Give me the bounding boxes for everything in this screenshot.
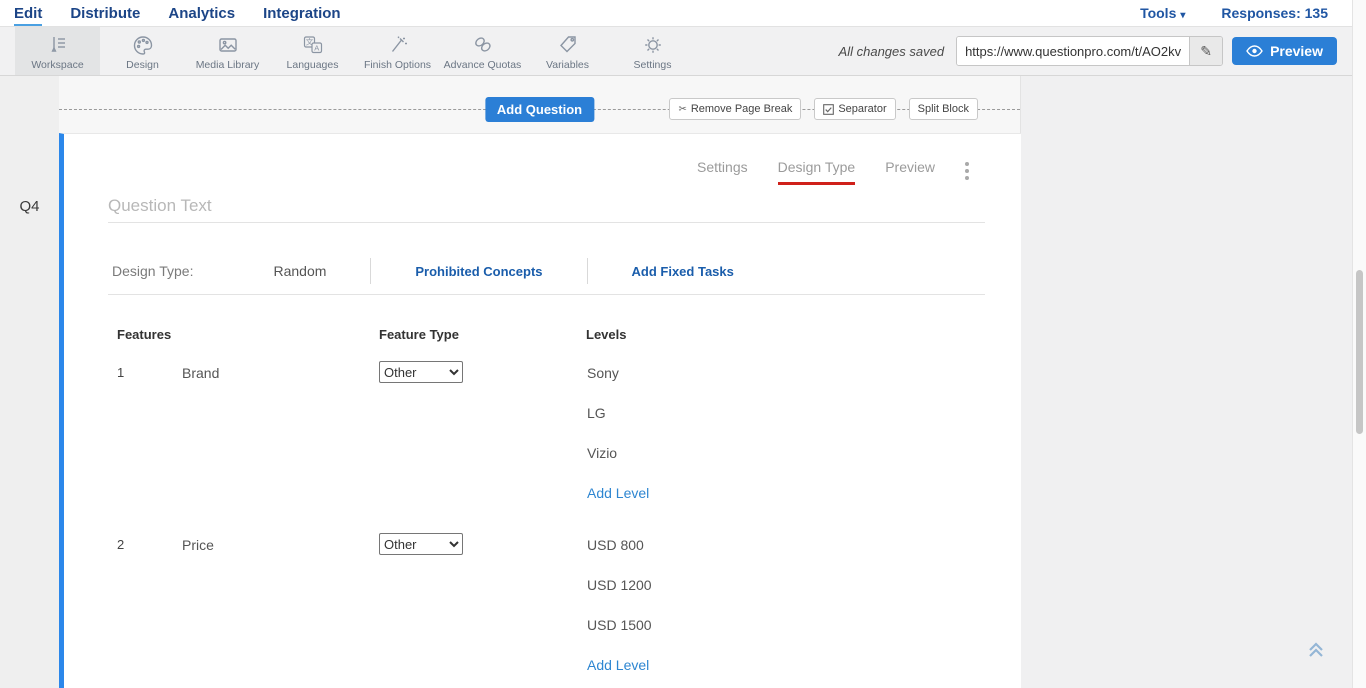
level-item[interactable]: Sony	[587, 361, 649, 385]
toolbar-label: Workspace	[31, 59, 83, 71]
gear-icon	[640, 32, 666, 58]
wand-icon	[385, 32, 411, 58]
chain-links-icon	[470, 32, 496, 58]
toolbar-item-variables[interactable]: Variables	[525, 27, 610, 75]
question-number-rail	[0, 76, 59, 688]
workspace-icon	[45, 32, 71, 58]
feature-row-price: 2 Price Other USD 800 USD 1200 USD 1500 …	[64, 533, 652, 677]
toolbar-item-languages[interactable]: 文 A Languages	[270, 27, 355, 75]
nav-tab-distribute[interactable]: Distribute	[70, 0, 140, 26]
toolbar-item-workspace[interactable]: Workspace	[15, 27, 100, 75]
levels-list: Sony LG Vizio Add Level	[587, 361, 649, 505]
scissors-icon: ✂	[678, 104, 686, 115]
nav-tab-edit[interactable]: Edit	[14, 0, 42, 26]
toolbar-item-media-library[interactable]: Media Library	[185, 27, 270, 75]
question-card-tabs: Settings Design Type Preview	[697, 159, 973, 185]
page-scrollbar[interactable]	[1352, 0, 1366, 688]
page-break-row: Add Question ✂ Remove Page Break Separat…	[59, 97, 1020, 123]
toolbar-item-design[interactable]: Design	[100, 27, 185, 75]
level-item[interactable]: Vizio	[587, 441, 649, 465]
checkbox-checked-icon	[823, 104, 834, 115]
canvas-gutter	[1021, 76, 1352, 688]
toolbar-item-advance-quotas[interactable]: Advance Quotas	[440, 27, 525, 75]
feature-type-select[interactable]: Other	[379, 533, 463, 555]
tab-settings[interactable]: Settings	[697, 159, 748, 185]
design-type-value[interactable]: Random	[273, 263, 326, 279]
features-table-header: Features Feature Type Levels	[64, 327, 1021, 342]
tools-label: Tools	[1140, 5, 1176, 21]
separator-button[interactable]: Separator	[814, 98, 895, 120]
toolbar-label: Design	[126, 59, 159, 71]
toolbar-label: Languages	[287, 59, 339, 71]
remove-page-break-button[interactable]: ✂ Remove Page Break	[669, 98, 801, 120]
levels-column-header: Levels	[586, 327, 626, 342]
toolbar-label: Media Library	[196, 59, 260, 71]
scrollbar-thumb[interactable]	[1356, 270, 1363, 434]
feature-number: 1	[117, 361, 182, 505]
question-card: Settings Design Type Preview Design Type…	[59, 133, 1021, 688]
chevron-down-icon: ▾	[1180, 10, 1185, 21]
feature-row-brand: 1 Brand Other Sony LG Vizio Add Level	[64, 361, 649, 505]
levels-list: USD 800 USD 1200 USD 1500 Add Level	[587, 533, 652, 677]
survey-url-input[interactable]	[957, 37, 1189, 65]
feature-number: 2	[117, 533, 182, 677]
feature-name[interactable]: Price	[182, 533, 379, 677]
tools-dropdown[interactable]: Tools ▾	[1140, 5, 1185, 21]
top-nav-tabs: Edit Distribute Analytics Integration	[0, 0, 341, 26]
split-block-label: Split Block	[918, 103, 969, 115]
divider	[370, 258, 371, 284]
survey-url-group: ✎	[956, 36, 1223, 66]
features-column-header: Features	[117, 327, 379, 342]
divider	[587, 258, 588, 284]
survey-workspace: Add Question ✂ Remove Page Break Separat…	[59, 76, 1021, 688]
level-item[interactable]: USD 800	[587, 533, 652, 557]
scroll-to-top-button[interactable]	[1304, 637, 1328, 666]
add-question-button[interactable]: Add Question	[485, 97, 594, 122]
tab-design-type[interactable]: Design Type	[778, 159, 856, 185]
feature-type-column-header: Feature Type	[379, 327, 586, 342]
toolbar: Workspace Design Media Library 文 A Langu	[0, 27, 1352, 76]
translate-icon: 文 A	[300, 32, 326, 58]
svg-text:A: A	[314, 43, 319, 52]
feature-name[interactable]: Brand	[182, 361, 379, 505]
eye-icon	[1246, 45, 1263, 57]
add-level-link[interactable]: Add Level	[587, 481, 649, 505]
design-type-label: Design Type:	[112, 263, 193, 279]
toolbar-label: Finish Options	[364, 59, 431, 71]
add-level-link[interactable]: Add Level	[587, 653, 652, 677]
save-status-text: All changes saved	[839, 44, 945, 59]
toolbar-label: Settings	[634, 59, 672, 71]
level-item[interactable]: LG	[587, 401, 649, 425]
question-menu-kebab-icon[interactable]	[961, 159, 973, 183]
toolbar-item-settings[interactable]: Settings	[610, 27, 695, 75]
toolbar-label: Advance Quotas	[444, 59, 522, 71]
nav-tab-integration[interactable]: Integration	[263, 0, 341, 26]
prohibited-concepts-link[interactable]: Prohibited Concepts	[415, 264, 542, 279]
tab-preview[interactable]: Preview	[885, 159, 935, 185]
level-item[interactable]: USD 1500	[587, 613, 652, 637]
main-area: Q4 Add Question ✂ Remove Page Break Sepa…	[0, 76, 1366, 688]
preview-button[interactable]: Preview	[1232, 37, 1337, 65]
toolbar-label: Variables	[546, 59, 589, 71]
double-chevron-up-icon	[1304, 637, 1328, 661]
preview-label: Preview	[1270, 43, 1323, 59]
split-block-button[interactable]: Split Block	[909, 98, 978, 120]
edit-url-button[interactable]: ✎	[1189, 37, 1222, 65]
pencil-icon: ✎	[1200, 43, 1212, 60]
top-nav: Edit Distribute Analytics Integration To…	[0, 0, 1352, 27]
tag-icon	[555, 32, 581, 58]
design-type-row: Design Type: Random Prohibited Concepts …	[108, 248, 985, 295]
toolbar-item-finish-options[interactable]: Finish Options	[355, 27, 440, 75]
palette-icon	[130, 32, 156, 58]
level-item[interactable]: USD 1200	[587, 573, 652, 597]
remove-page-break-label: Remove Page Break	[691, 103, 793, 115]
add-fixed-tasks-link[interactable]: Add Fixed Tasks	[632, 264, 734, 279]
feature-type-select[interactable]: Other	[379, 361, 463, 383]
question-number: Q4	[0, 198, 59, 215]
nav-tab-analytics[interactable]: Analytics	[168, 0, 235, 26]
responses-count[interactable]: Responses: 135	[1221, 5, 1328, 21]
separator-label: Separator	[838, 103, 886, 115]
image-icon	[215, 32, 241, 58]
question-text-input[interactable]	[108, 190, 985, 223]
